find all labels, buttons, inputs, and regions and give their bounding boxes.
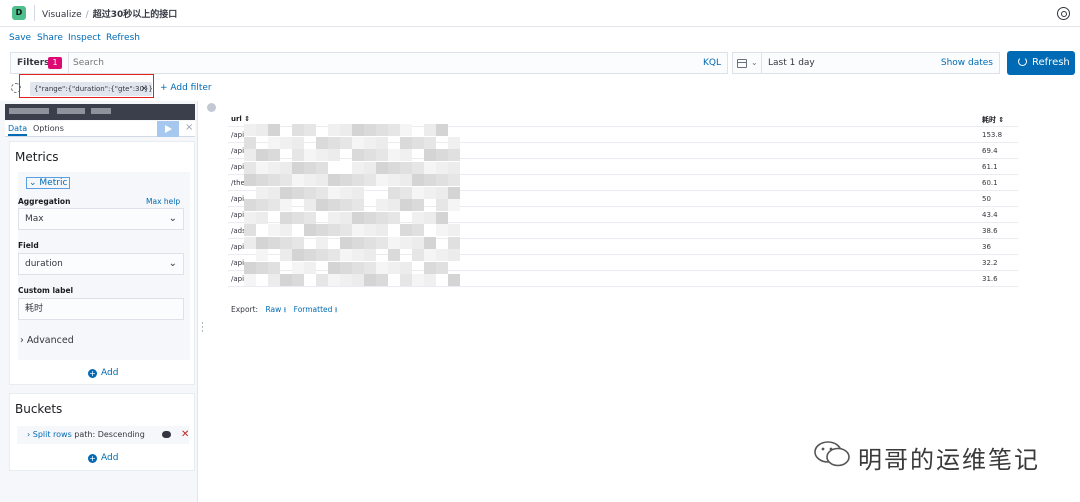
split-rows-bucket[interactable]: › Split rows path: Descending ✕ xyxy=(17,426,189,444)
refresh-link[interactable]: Refresh xyxy=(106,33,140,43)
add-bucket-label: Add xyxy=(101,453,119,463)
calendar-icon[interactable] xyxy=(737,59,747,68)
add-metric-button[interactable]: + Add xyxy=(88,368,118,378)
export-bar: Export: Raw ⭳ Formatted ⭳ xyxy=(231,304,337,317)
url-cell: /api xyxy=(231,163,245,171)
show-dates-link[interactable]: Show dates xyxy=(941,58,993,68)
duration-cell: 69.4 xyxy=(982,147,998,155)
add-metric-label: Add xyxy=(101,368,119,378)
metric-toggle[interactable]: ⌄ Metric xyxy=(26,177,71,189)
field-value: duration xyxy=(25,259,63,269)
breadcrumb-separator: / xyxy=(85,10,89,20)
index-pattern-title xyxy=(5,104,195,120)
duration-cell: 36 xyxy=(982,243,991,251)
advanced-label: Advanced xyxy=(26,335,74,346)
collapse-sidebar-icon[interactable] xyxy=(207,103,216,112)
save-link[interactable]: Save xyxy=(9,33,31,43)
duration-cell: 153.8 xyxy=(982,131,1003,139)
duration-cell: 50 xyxy=(982,195,991,203)
share-link[interactable]: Share xyxy=(37,33,63,43)
url-cell: /api xyxy=(231,195,245,203)
field-label: Field xyxy=(18,241,39,250)
url-cell: /api xyxy=(231,259,245,267)
refresh-button[interactable]: Refresh xyxy=(1007,51,1075,75)
plus-icon: + xyxy=(88,454,97,463)
split-rows-description: path: Descending xyxy=(74,430,145,439)
custom-label-label: Custom label xyxy=(18,286,74,295)
chevron-right-icon: › xyxy=(20,335,27,346)
annotation-highlight-box xyxy=(19,74,154,98)
resize-handle-icon[interactable]: · · · xyxy=(201,320,204,337)
duration-cell: 31.6 xyxy=(982,275,998,283)
chevron-down-icon[interactable]: ⌄ xyxy=(751,58,758,67)
duration-cell: 38.6 xyxy=(982,227,998,235)
column-header-duration[interactable]: 耗时 ⇕ xyxy=(982,115,1004,125)
time-range-label[interactable]: Last 1 day xyxy=(768,58,815,68)
field-select[interactable]: duration ⌄ xyxy=(18,253,184,275)
top-menu: Save Share Inspect Refresh xyxy=(0,27,1080,49)
inspect-link[interactable]: Inspect xyxy=(68,33,101,43)
max-help-link[interactable]: Max help xyxy=(146,197,180,206)
duration-cell: 43.4 xyxy=(982,211,998,219)
advanced-toggle[interactable]: › Advanced xyxy=(20,335,74,346)
buckets-title: Buckets xyxy=(15,402,63,416)
duration-cell: 61.1 xyxy=(982,163,998,171)
divider xyxy=(34,5,35,21)
column-header-url[interactable]: url ⇕ xyxy=(231,115,250,123)
toggle-icon[interactable] xyxy=(162,431,171,438)
remove-icon[interactable]: ✕ xyxy=(181,426,189,444)
editor-sidebar: Data Options × Metrics ⌄ Metric Aggregat… xyxy=(0,101,198,502)
aggregation-select[interactable]: Max ⌄ xyxy=(18,208,184,230)
add-bucket-button[interactable]: + Add xyxy=(88,453,118,463)
divider xyxy=(761,53,762,73)
tab-options[interactable]: Options xyxy=(33,124,64,133)
duration-cell: 60.1 xyxy=(982,179,998,187)
filters-count-badge: 1 xyxy=(48,57,62,69)
metrics-title: Metrics xyxy=(15,150,59,164)
apply-changes-button[interactable] xyxy=(157,121,179,137)
aggregation-label: Aggregation xyxy=(18,197,71,206)
tab-data[interactable]: Data xyxy=(8,124,28,136)
refresh-button-label: Refresh xyxy=(1032,57,1070,68)
export-raw-link[interactable]: Raw ⭳ xyxy=(265,305,286,314)
aggregation-value: Max xyxy=(25,214,44,224)
refresh-icon xyxy=(1018,57,1027,66)
export-label: Export: xyxy=(231,305,259,314)
custom-label-value: 耗时 xyxy=(25,304,44,314)
url-cell: /api xyxy=(231,131,245,139)
help-icon[interactable] xyxy=(1057,7,1070,20)
time-picker: ⌄ Last 1 day Show dates xyxy=(732,52,1000,74)
redacted-mosaic xyxy=(244,124,464,288)
filters-label[interactable]: Filters xyxy=(17,58,50,68)
watermark-text: 明哥的运维笔记 xyxy=(858,446,1040,474)
url-cell: /api xyxy=(231,243,245,251)
query-bar: Filters 1 KQL xyxy=(10,52,728,74)
divider xyxy=(68,53,69,73)
breadcrumb-visualize[interactable]: Visualize xyxy=(42,10,82,20)
breadcrumb: Visualize / 超过30秒以上的接口 xyxy=(42,7,177,20)
chevron-down-icon: ⌄ xyxy=(29,178,40,188)
split-rows-link[interactable]: Split rows xyxy=(33,430,72,439)
discard-icon[interactable]: × xyxy=(185,122,193,133)
plus-icon: + xyxy=(88,369,97,378)
kql-toggle[interactable]: KQL xyxy=(703,58,721,68)
search-input[interactable] xyxy=(73,56,673,70)
url-cell: /api xyxy=(231,147,245,155)
wechat-icon xyxy=(814,441,850,467)
url-cell: /the xyxy=(231,179,245,187)
export-formatted-link[interactable]: Formatted ⭳ xyxy=(294,305,338,314)
url-cell: /api xyxy=(231,275,245,283)
breadcrumb-current: 超过30秒以上的接口 xyxy=(92,10,178,20)
space-avatar[interactable]: D xyxy=(12,6,26,20)
metric-label: Metric xyxy=(39,178,68,188)
duration-cell: 32.2 xyxy=(982,259,998,267)
chevron-down-icon: ⌄ xyxy=(168,258,177,269)
top-navigation-bar: D Visualize / 超过30秒以上的接口 xyxy=(0,0,1080,27)
custom-label-input[interactable]: 耗时 xyxy=(18,298,184,320)
editor-tabs: Data Options × xyxy=(5,121,195,137)
url-cell: /api xyxy=(231,211,245,219)
chevron-down-icon: ⌄ xyxy=(168,213,177,224)
add-filter-link[interactable]: + Add filter xyxy=(160,83,212,93)
